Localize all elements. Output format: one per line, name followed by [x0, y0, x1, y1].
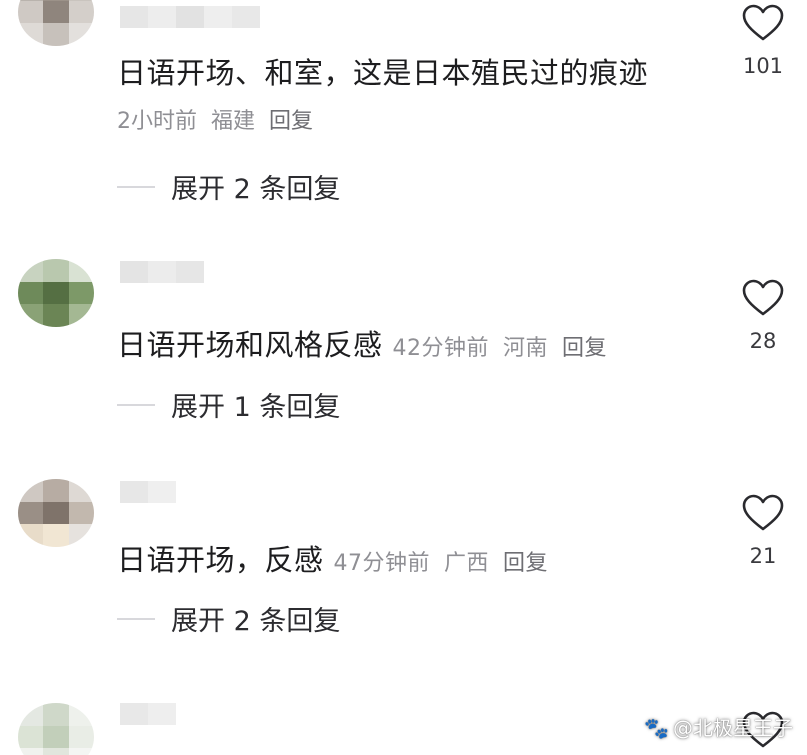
comment-text: 日语开场和风格反感 42分钟前 河南 回复 — [117, 328, 608, 362]
heart-icon — [742, 4, 784, 41]
avatar[interactable] — [18, 259, 94, 327]
comment-location: 福建 — [211, 109, 256, 134]
username-blurred[interactable] — [120, 261, 204, 283]
avatar[interactable] — [18, 0, 94, 46]
expand-replies-button[interactable]: 展开 1 条回复 — [117, 385, 340, 424]
comment-time: 2小时前 — [117, 109, 197, 134]
heart-icon — [742, 494, 784, 531]
comment-location: 广西 — [444, 551, 490, 576]
like-count: 101 — [742, 54, 784, 78]
username-blurred[interactable] — [120, 703, 176, 725]
divider — [117, 403, 155, 406]
watermark-text: @北极星王子 — [673, 716, 793, 740]
comment-text: 日语开场，反感 47分钟前 广西 回复 — [117, 543, 549, 577]
paw-icon: 🐾 — [644, 716, 669, 740]
comment-list: 日语开场、和室，这是日本殖民过的痕迹 2小时前 福建 回复 展开 2 条回复 101… — [0, 0, 807, 755]
like-button[interactable]: 28 — [730, 279, 796, 353]
divider — [117, 185, 155, 188]
avatar[interactable] — [18, 703, 94, 755]
expand-replies-button[interactable]: 展开 2 条回复 — [117, 167, 340, 206]
comment-meta: 2小时前 福建 回复 — [117, 103, 327, 135]
like-count: 21 — [749, 544, 777, 568]
expand-replies-label: 展开 1 条回复 — [171, 392, 341, 423]
reply-button[interactable]: 回复 — [269, 109, 313, 134]
comment-text: 日语开场、和室，这是日本殖民过的痕迹 — [117, 56, 649, 90]
reply-button[interactable]: 回复 — [503, 551, 548, 576]
username-blurred[interactable] — [120, 6, 260, 28]
expand-replies-label: 展开 2 条回复 — [171, 174, 341, 205]
expand-replies-button[interactable]: 展开 2 条回复 — [117, 599, 340, 638]
like-button[interactable]: 101 — [730, 4, 796, 78]
comment-time: 47分钟前 — [333, 551, 431, 576]
reply-button[interactable]: 回复 — [562, 336, 607, 361]
comment-location: 河南 — [503, 336, 549, 361]
avatar[interactable] — [18, 479, 94, 547]
like-count: 28 — [749, 329, 777, 353]
heart-icon — [742, 279, 784, 316]
like-button[interactable]: 21 — [730, 494, 796, 568]
expand-replies-label: 展开 2 条回复 — [171, 606, 341, 637]
watermark: 🐾 @北极星王子 — [644, 712, 793, 741]
username-blurred[interactable] — [120, 481, 176, 503]
comment-time: 42分钟前 — [392, 336, 490, 361]
divider — [117, 617, 155, 620]
